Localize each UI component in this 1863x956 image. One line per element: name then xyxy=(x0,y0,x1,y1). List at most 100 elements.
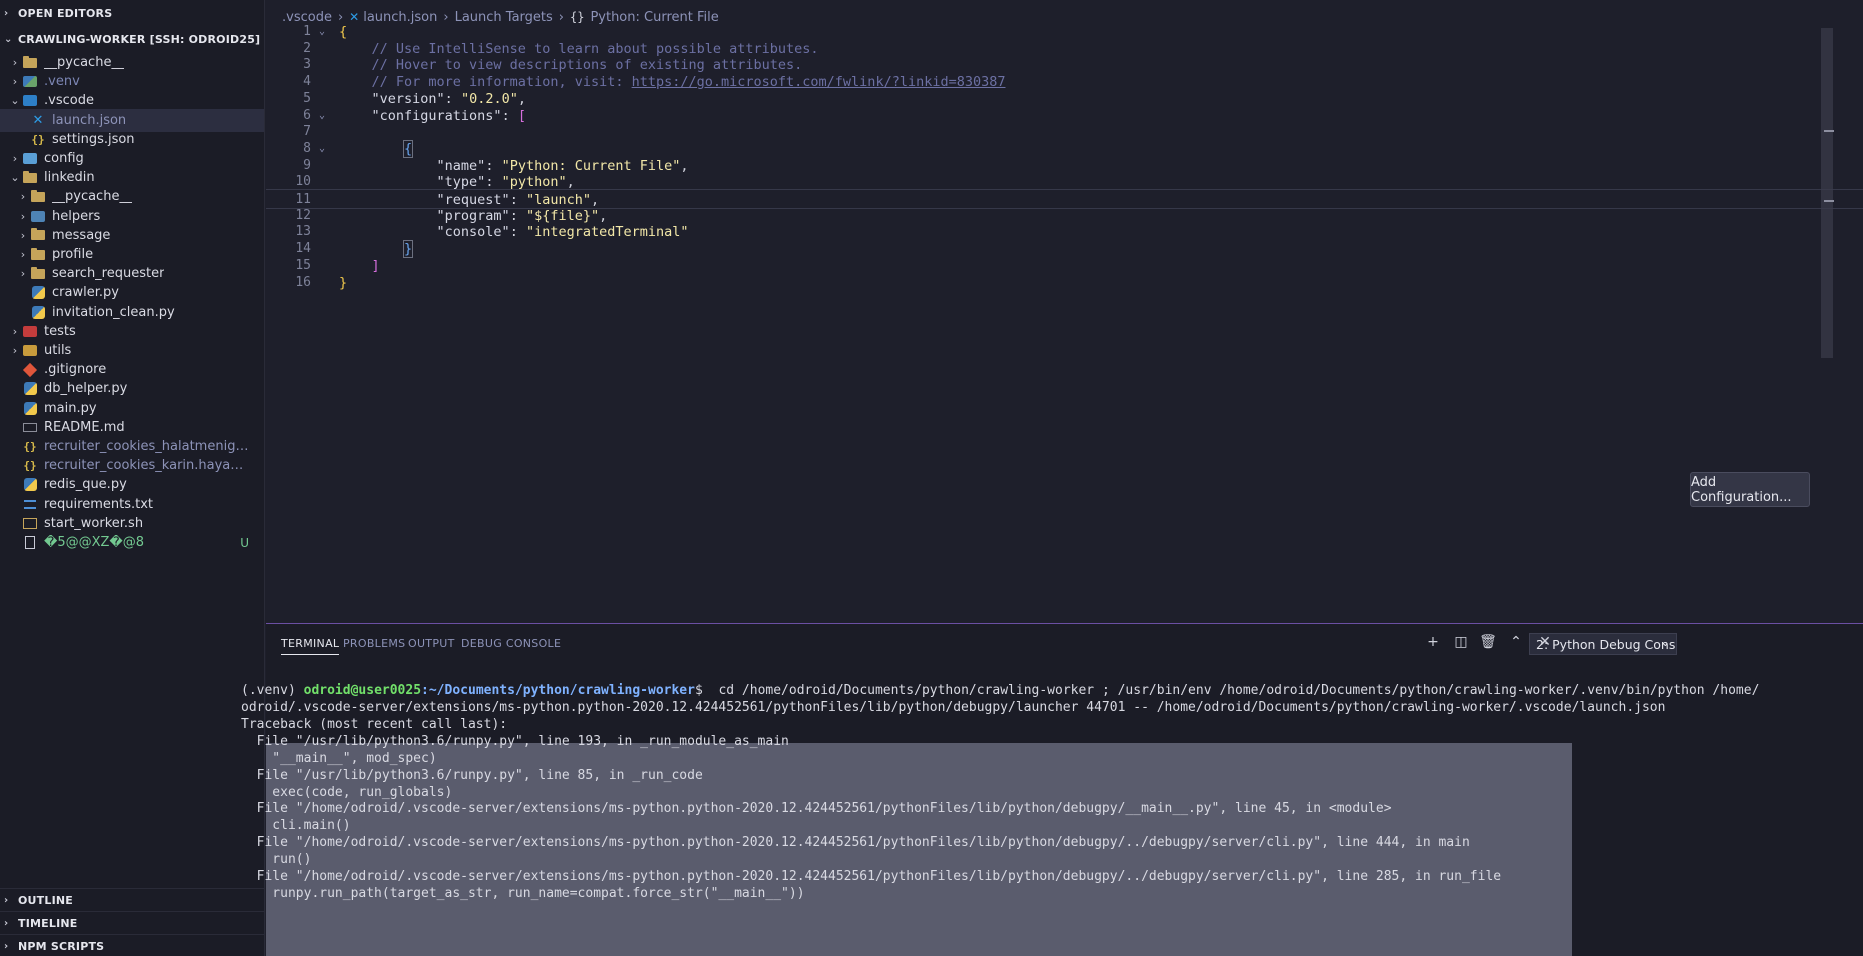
tab-output[interactable]: OUTPUT xyxy=(408,637,455,650)
code-token: "console" xyxy=(339,224,510,241)
section-label: OUTLINE xyxy=(18,893,74,907)
code-line[interactable]: 16} xyxy=(266,273,1863,293)
tree-item-label: config xyxy=(44,151,84,166)
split-terminal-icon[interactable]: ◫ xyxy=(1451,632,1471,652)
terminal-line: exec(code, run_globals) xyxy=(241,784,453,800)
explorer-sidebar: › OPEN EDITORS ⌄ CRAWLING-WORKER [SSH: O… xyxy=(0,0,265,956)
vscode-folder-icon xyxy=(22,93,38,109)
panel-tabs: TERMINAL PROBLEMS OUTPUT DEBUG CONSOLE 2… xyxy=(266,624,1863,659)
code-token: "type" xyxy=(339,174,486,191)
python-icon xyxy=(30,304,46,320)
json-icon-shape: {} xyxy=(23,459,37,473)
vscode-icon: ✕ xyxy=(30,112,46,128)
python-icon xyxy=(22,400,38,416)
code-token: "name" xyxy=(339,157,486,174)
prompt-path: :~/Documents/python/crawling-worker xyxy=(421,683,695,698)
chevron-right-icon: › xyxy=(12,56,18,69)
python-icon xyxy=(22,381,38,397)
folder-icon-shape xyxy=(31,228,45,241)
code-text: } xyxy=(339,273,347,293)
section-header-outline[interactable]: › OUTLINE xyxy=(0,888,264,911)
code-token: } xyxy=(403,240,414,259)
vscode-icon-shape: ✕ xyxy=(32,112,44,128)
tree-item-label: launch.json xyxy=(52,112,127,128)
python-icon-shape xyxy=(23,478,37,492)
chevron-down-icon: ⌄ xyxy=(10,171,20,185)
vscode-folder-icon-shape xyxy=(23,95,37,107)
add-configuration-button[interactable]: Add Configuration... xyxy=(1690,472,1810,507)
tree-item-label: profile xyxy=(52,247,94,262)
code-token: : xyxy=(485,157,502,174)
folder-icon xyxy=(30,247,46,263)
code-token: [ xyxy=(517,107,526,124)
workspace-header[interactable]: ⌄ CRAWLING-WORKER [SSH: ODROID25] xyxy=(0,28,264,51)
tree-item-label: helpers xyxy=(52,208,101,224)
file-icon-shape xyxy=(25,536,35,549)
tree-item-label: .venv xyxy=(44,74,80,90)
code-token: : xyxy=(485,174,502,191)
folder-icon-shape xyxy=(31,266,45,279)
tree-item-label: recruiter_cookies_karin.hayashi@x... xyxy=(44,458,250,474)
code-token: // Use IntelliSense to learn about possi… xyxy=(339,40,819,57)
tree-item-label: requirements.txt xyxy=(44,496,154,512)
chevron-right-icon: › xyxy=(4,894,9,906)
code-token: : xyxy=(509,207,526,224)
text-file-icon xyxy=(22,496,38,512)
git-icon xyxy=(22,362,38,378)
tree-item-label: message xyxy=(52,227,111,243)
tree-item-label: settings.json xyxy=(52,131,135,147)
tree-item-label: redis_que.py xyxy=(44,477,127,493)
code-token: , xyxy=(680,157,689,174)
trash-icon[interactable]: 🗑 xyxy=(1478,632,1498,652)
prompt-command: $ cd /home/odroid/Documents/python/crawl… xyxy=(694,683,1760,698)
chevron-up-icon[interactable]: ⌃ xyxy=(1506,632,1526,652)
folder-icon-shape xyxy=(31,247,45,260)
open-editors-header[interactable]: › OPEN EDITORS xyxy=(0,2,264,25)
chevron-right-icon: › xyxy=(20,248,26,261)
tree-item-label: crawler.py xyxy=(52,285,119,301)
code-token[interactable]: https://go.microsoft.com/fwlink/?linkid=… xyxy=(632,74,1006,90)
python-folder-icon-shape xyxy=(23,76,37,88)
terminal-prompt-line: (.venv) odroid@user0025:~/Documents/pyth… xyxy=(241,682,1759,699)
code-token: : xyxy=(501,107,518,124)
tree-item-label: .vscode xyxy=(44,93,94,109)
terminal-output[interactable]: (.venv) odroid@user0025:~/Documents/pyth… xyxy=(241,660,1863,956)
folder-icon xyxy=(22,55,38,71)
code-token: "version" xyxy=(339,90,445,107)
tree-item-label: main.py xyxy=(44,400,97,416)
tab-problems[interactable]: PROBLEMS xyxy=(343,637,405,650)
close-icon[interactable]: ✕ xyxy=(1535,632,1555,652)
section-header-npm-scripts[interactable]: › NPM SCRIPTS xyxy=(0,934,264,956)
code-token: , xyxy=(566,174,575,191)
code-token: : xyxy=(509,224,526,241)
config-folder-icon-shape xyxy=(23,153,37,164)
code-token: "program" xyxy=(339,207,510,224)
editor-scrollbar[interactable] xyxy=(1821,28,1833,358)
tree-item-label: __pycache__ xyxy=(44,55,125,70)
tree-item-label: tests xyxy=(44,323,76,339)
code-token: // Hover to view descriptions of existin… xyxy=(339,57,803,74)
tree-item[interactable]: �5@@XZ�@8 U xyxy=(0,531,264,554)
chevron-right-icon: › xyxy=(4,917,9,929)
terminal-line: cli.main() xyxy=(241,818,351,834)
chevron-right-icon: › xyxy=(12,152,18,165)
tests-folder-icon xyxy=(22,323,38,339)
section-header-timeline[interactable]: › TIMELINE xyxy=(0,911,264,934)
tree-item-label: invitation_clean.py xyxy=(52,304,175,320)
workspace-label: CRAWLING-WORKER [SSH: ODROID25] xyxy=(18,33,261,46)
tab-debug-console[interactable]: DEBUG CONSOLE xyxy=(461,637,561,650)
bottom-panel: TERMINAL PROBLEMS OUTPUT DEBUG CONSOLE 2… xyxy=(241,623,1863,956)
tab-terminal[interactable]: TERMINAL xyxy=(281,637,340,655)
plus-icon[interactable]: + xyxy=(1423,632,1443,652)
shell-icon-shape xyxy=(23,517,37,529)
json-icon: {} xyxy=(22,439,38,455)
folder-icon xyxy=(30,227,46,243)
prompt-venv: (.venv) xyxy=(241,683,304,698)
folder-icon xyxy=(22,170,38,186)
python-icon-shape xyxy=(31,286,45,300)
code-token: "integratedTerminal" xyxy=(525,224,689,241)
terminal-line: Traceback (most recent call last): xyxy=(241,716,508,732)
open-editors-label: OPEN EDITORS xyxy=(18,7,113,20)
json-icon-shape: {} xyxy=(31,132,45,146)
